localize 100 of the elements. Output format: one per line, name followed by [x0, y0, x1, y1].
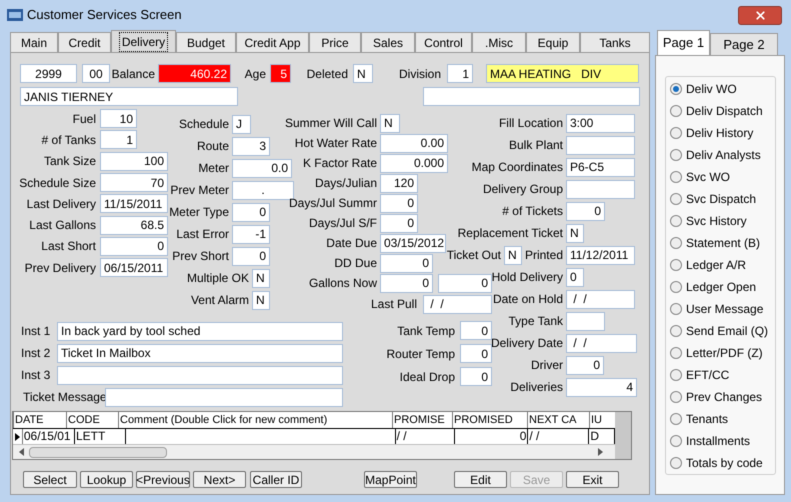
input-field[interactable]: 68.5 [100, 216, 168, 235]
vertical-scrollbar[interactable] [615, 412, 631, 459]
input-field[interactable] [566, 312, 605, 330]
option-radio[interactable]: Svc History [666, 210, 775, 232]
input-field[interactable]: -1 [232, 224, 270, 244]
input-field[interactable]: 0 [460, 321, 492, 340]
tab[interactable]: Sales [361, 32, 415, 52]
input-field[interactable]: N [380, 114, 400, 132]
option-radio[interactable]: Ledger Open [666, 276, 775, 298]
action-button[interactable]: Next> [193, 471, 246, 488]
input-field[interactable]: 11/12/2011 [566, 246, 635, 264]
input-field[interactable]: 0 [232, 202, 270, 222]
action-button[interactable]: MapPoint [364, 471, 417, 488]
input-field[interactable]: 0 [566, 202, 605, 220]
scroll-thumb[interactable] [29, 446, 167, 458]
tab[interactable]: Budget [176, 32, 236, 52]
input-field[interactable]: 0.00 [380, 134, 448, 152]
scroll-left-icon[interactable] [19, 448, 24, 456]
input-field[interactable]: / / [423, 294, 492, 314]
tab[interactable]: .Misc [472, 32, 526, 52]
tab[interactable]: Price [309, 32, 361, 52]
column-header[interactable]: NEXT CA [529, 414, 576, 426]
tab[interactable]: Credit App [236, 32, 309, 52]
input-field[interactable]: N [353, 64, 373, 83]
action-button[interactable]: Select [23, 471, 77, 488]
input-field[interactable]: In back yard by tool sched [57, 322, 343, 340]
input-field[interactable]: 0 [566, 356, 604, 374]
input-field[interactable]: 4 [566, 378, 637, 396]
input-field[interactable]: 0 [380, 254, 433, 272]
input-field[interactable]: 120 [380, 174, 418, 192]
option-radio[interactable]: Letter/PDF (Z) [666, 342, 775, 364]
option-radio[interactable]: Deliv Analysts [666, 144, 775, 166]
input-field[interactable]: 3 [232, 136, 270, 156]
column-header[interactable]: IU [591, 414, 602, 426]
page-tab[interactable]: Page 1 [657, 30, 710, 55]
input-field[interactable]: 5 [270, 64, 291, 83]
input-field[interactable] [105, 388, 343, 406]
input-field[interactable]: JANIS TIERNEY [20, 87, 238, 106]
input-field[interactable]: 100 [100, 152, 168, 171]
input-field[interactable]: 1 [447, 64, 473, 83]
option-radio[interactable]: Svc WO [666, 166, 775, 188]
option-radio[interactable]: Totals by code [666, 452, 775, 474]
tab[interactable]: Tanks [580, 32, 650, 52]
input-field[interactable]: / / [566, 290, 635, 308]
input-field[interactable]: 0 [380, 274, 433, 292]
option-radio[interactable]: Statement (B) [666, 232, 775, 254]
column-header[interactable]: PROMISE [394, 414, 445, 426]
option-radio[interactable]: Installments [666, 430, 775, 452]
column-header[interactable]: CODE [68, 414, 100, 426]
column-header[interactable]: DATE [15, 414, 44, 426]
horizontal-scrollbar[interactable] [13, 445, 615, 459]
option-radio[interactable]: Deliv WO [666, 78, 775, 100]
input-field[interactable]: 0 [460, 367, 492, 386]
page-tab[interactable]: Page 2 [710, 33, 778, 55]
input-field[interactable]: 00 [82, 64, 110, 83]
input-field[interactable]: N [504, 246, 522, 264]
tab[interactable]: Equip [526, 32, 580, 52]
option-radio[interactable]: Prev Changes [666, 386, 775, 408]
option-radio[interactable]: Svc Dispatch [666, 188, 775, 210]
input-field[interactable]: N [252, 290, 270, 310]
option-radio[interactable]: User Message [666, 298, 775, 320]
option-radio[interactable]: Deliv Dispatch [666, 100, 775, 122]
input-field[interactable]: . [232, 180, 294, 200]
input-field[interactable]: 70 [100, 173, 168, 192]
input-field[interactable]: MAA HEATING DIV [486, 64, 639, 83]
input-field[interactable]: P6-C5 [566, 158, 635, 176]
column-header[interactable]: PROMISED [454, 414, 513, 426]
input-field[interactable]: 1 [100, 130, 137, 150]
input-field[interactable]: / / [566, 334, 637, 352]
option-radio[interactable]: EFT/CC [666, 364, 775, 386]
input-field[interactable] [566, 136, 635, 154]
action-button[interactable]: Lookup [80, 471, 133, 488]
input-field[interactable]: Ticket In Mailbox [57, 344, 343, 362]
input-field[interactable] [566, 180, 635, 198]
input-field[interactable]: N [252, 268, 270, 288]
input-field[interactable]: 0 [460, 344, 492, 363]
input-field[interactable]: N [566, 224, 584, 242]
tab[interactable]: Credit [58, 32, 111, 52]
tab[interactable]: Main [10, 32, 58, 52]
input-field[interactable]: 03/15/2012 [380, 234, 446, 252]
input-field[interactable]: J [232, 114, 251, 134]
input-field[interactable]: 0.0 [232, 158, 292, 178]
input-field[interactable]: 460.22 [158, 64, 231, 83]
column-header[interactable]: Comment (Double Click for new comment) [120, 414, 328, 426]
option-radio[interactable]: Deliv History [666, 122, 775, 144]
input-field[interactable]: 0 [100, 236, 168, 256]
option-radio[interactable]: Tenants [666, 408, 775, 430]
close-button[interactable] [738, 6, 782, 24]
action-button[interactable]: Caller ID [250, 471, 302, 488]
tab[interactable]: Delivery [111, 30, 176, 52]
action-button[interactable]: <Previous [136, 471, 190, 488]
input-field[interactable] [57, 366, 343, 384]
option-radio[interactable]: Ledger A/R [666, 254, 775, 276]
input-field[interactable]: 2999 [20, 64, 77, 83]
input-field[interactable]: 0 [380, 214, 418, 232]
input-field[interactable]: 06/15/2011 [100, 258, 168, 278]
input-field[interactable]: 11/15/2011 [100, 194, 168, 214]
action-button[interactable]: Exit [566, 471, 619, 488]
tab[interactable]: Control [415, 32, 472, 52]
input-field[interactable]: 0.000 [380, 154, 448, 172]
